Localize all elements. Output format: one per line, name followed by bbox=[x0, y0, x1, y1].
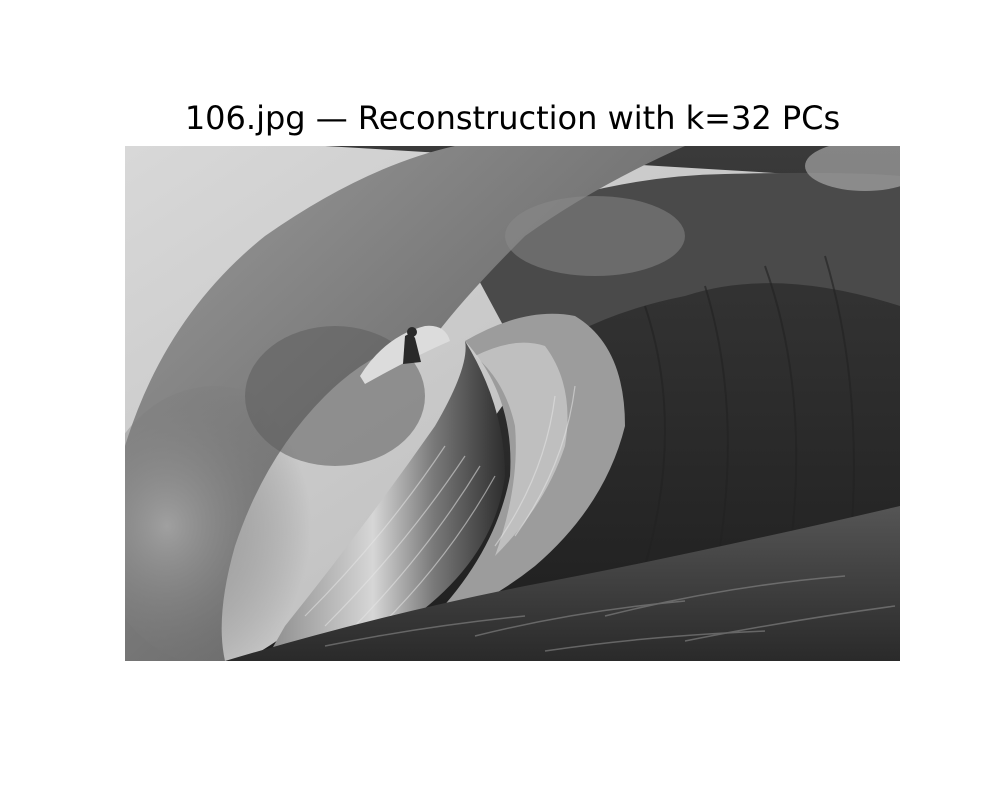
reconstructed-image bbox=[125, 146, 900, 661]
figure-title: 106.jpg — Reconstruction with k=32 PCs bbox=[184, 99, 841, 137]
wave-photo bbox=[125, 146, 900, 661]
